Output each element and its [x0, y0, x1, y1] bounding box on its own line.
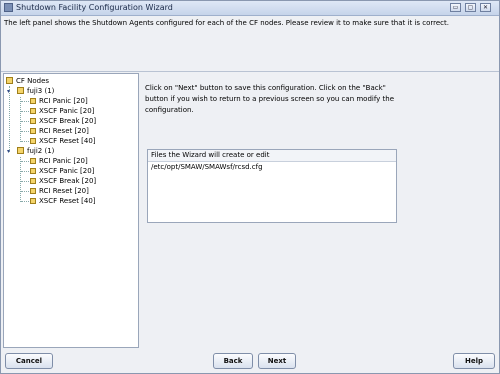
agent-icon [30, 98, 36, 104]
agent-icon [30, 108, 36, 114]
tree-agent[interactable]: XSCF Panic [20] [30, 166, 94, 176]
node-icon [17, 147, 24, 154]
instructions-line: Click on "Next" button to save this conf… [145, 84, 386, 92]
tree-agent[interactable]: RCI Reset [20] [30, 186, 89, 196]
tree-node-fuji3[interactable]: fuji3 (1) [17, 86, 54, 96]
tree-root[interactable]: CF Nodes [6, 76, 49, 86]
files-list-item[interactable]: /etc/opt/SMAW/SMAWsf/rcsd.cfg [148, 162, 396, 173]
close-button[interactable]: ✕ [480, 3, 491, 12]
tree-agent-label: XSCF Break [20] [39, 177, 97, 185]
collapse-toggle-icon[interactable]: ▾ [7, 88, 10, 95]
folder-icon [6, 77, 13, 84]
title-bar: Shutdown Facility Configuration Wizard ▭… [1, 1, 499, 16]
wizard-window: Shutdown Facility Configuration Wizard ▭… [0, 0, 500, 374]
tree-agent-label: RCI Panic [20] [39, 97, 88, 105]
agent-icon [30, 198, 36, 204]
tree-agent[interactable]: RCI Panic [20] [30, 156, 88, 166]
files-list[interactable]: Files the Wizard will create or edit /et… [147, 149, 397, 223]
button-bar: Cancel Back Next Help [1, 349, 499, 373]
tree-agent-label: RCI Panic [20] [39, 157, 88, 165]
minimize-button[interactable]: ▭ [450, 3, 461, 12]
agent-icon [30, 188, 36, 194]
tree-agent-label: XSCF Panic [20] [39, 107, 95, 115]
tree-node-label: fuji3 (1) [27, 87, 55, 95]
tree-connector [9, 86, 10, 152]
tree-connector [20, 157, 21, 202]
back-button[interactable]: Back [213, 353, 253, 369]
instructions-line: configuration. [145, 106, 194, 114]
tree-agent-label: RCI Reset [20] [39, 187, 89, 195]
description-text: The left panel shows the Shutdown Agents… [4, 19, 449, 27]
agent-icon [30, 168, 36, 174]
tree-node-label: fuji2 (1) [27, 147, 55, 155]
tree-agent[interactable]: XSCF Reset [40] [30, 136, 96, 146]
tree-agent-label: XSCF Break [20] [39, 117, 97, 125]
window-title: Shutdown Facility Configuration Wizard [16, 3, 173, 12]
instructions-text: Click on "Next" button to save this conf… [145, 83, 445, 116]
description-panel: The left panel shows the Shutdown Agents… [1, 16, 499, 72]
tree-agent[interactable]: XSCF Panic [20] [30, 106, 94, 116]
agent-icon [30, 138, 36, 144]
instructions-line: button if you wish to return to a previo… [145, 95, 395, 103]
next-button[interactable]: Next [258, 353, 296, 369]
tree-agent[interactable]: XSCF Break [20] [30, 176, 96, 186]
tree-agent-label: RCI Reset [20] [39, 127, 89, 135]
tree-agent-label: XSCF Panic [20] [39, 167, 95, 175]
tree-connector [20, 97, 21, 142]
app-icon [4, 3, 13, 12]
maximize-button[interactable]: ▢ [465, 3, 476, 12]
agent-icon [30, 128, 36, 134]
tree-node-fuji2[interactable]: fuji2 (1) [17, 146, 54, 156]
agent-icon [30, 158, 36, 164]
tree-agent-label: XSCF Reset [40] [39, 137, 96, 145]
tree-agent[interactable]: RCI Panic [20] [30, 96, 88, 106]
files-list-header: Files the Wizard will create or edit [148, 150, 396, 162]
tree-agent[interactable]: XSCF Break [20] [30, 116, 96, 126]
tree-agent[interactable]: RCI Reset [20] [30, 126, 89, 136]
tree-agent[interactable]: XSCF Reset [40] [30, 196, 96, 206]
tree-root-label: CF Nodes [16, 77, 50, 85]
tree-agent-label: XSCF Reset [40] [39, 197, 96, 205]
help-button[interactable]: Help [453, 353, 495, 369]
cancel-button[interactable]: Cancel [5, 353, 53, 369]
agent-icon [30, 118, 36, 124]
node-icon [17, 87, 24, 94]
info-panel: Click on "Next" button to save this conf… [141, 73, 497, 348]
cf-nodes-tree[interactable]: CF Nodes ▾ fuji3 (1) RCI Panic [20] XSCF… [3, 73, 139, 348]
agent-icon [30, 178, 36, 184]
collapse-toggle-icon[interactable]: ▾ [7, 148, 10, 155]
